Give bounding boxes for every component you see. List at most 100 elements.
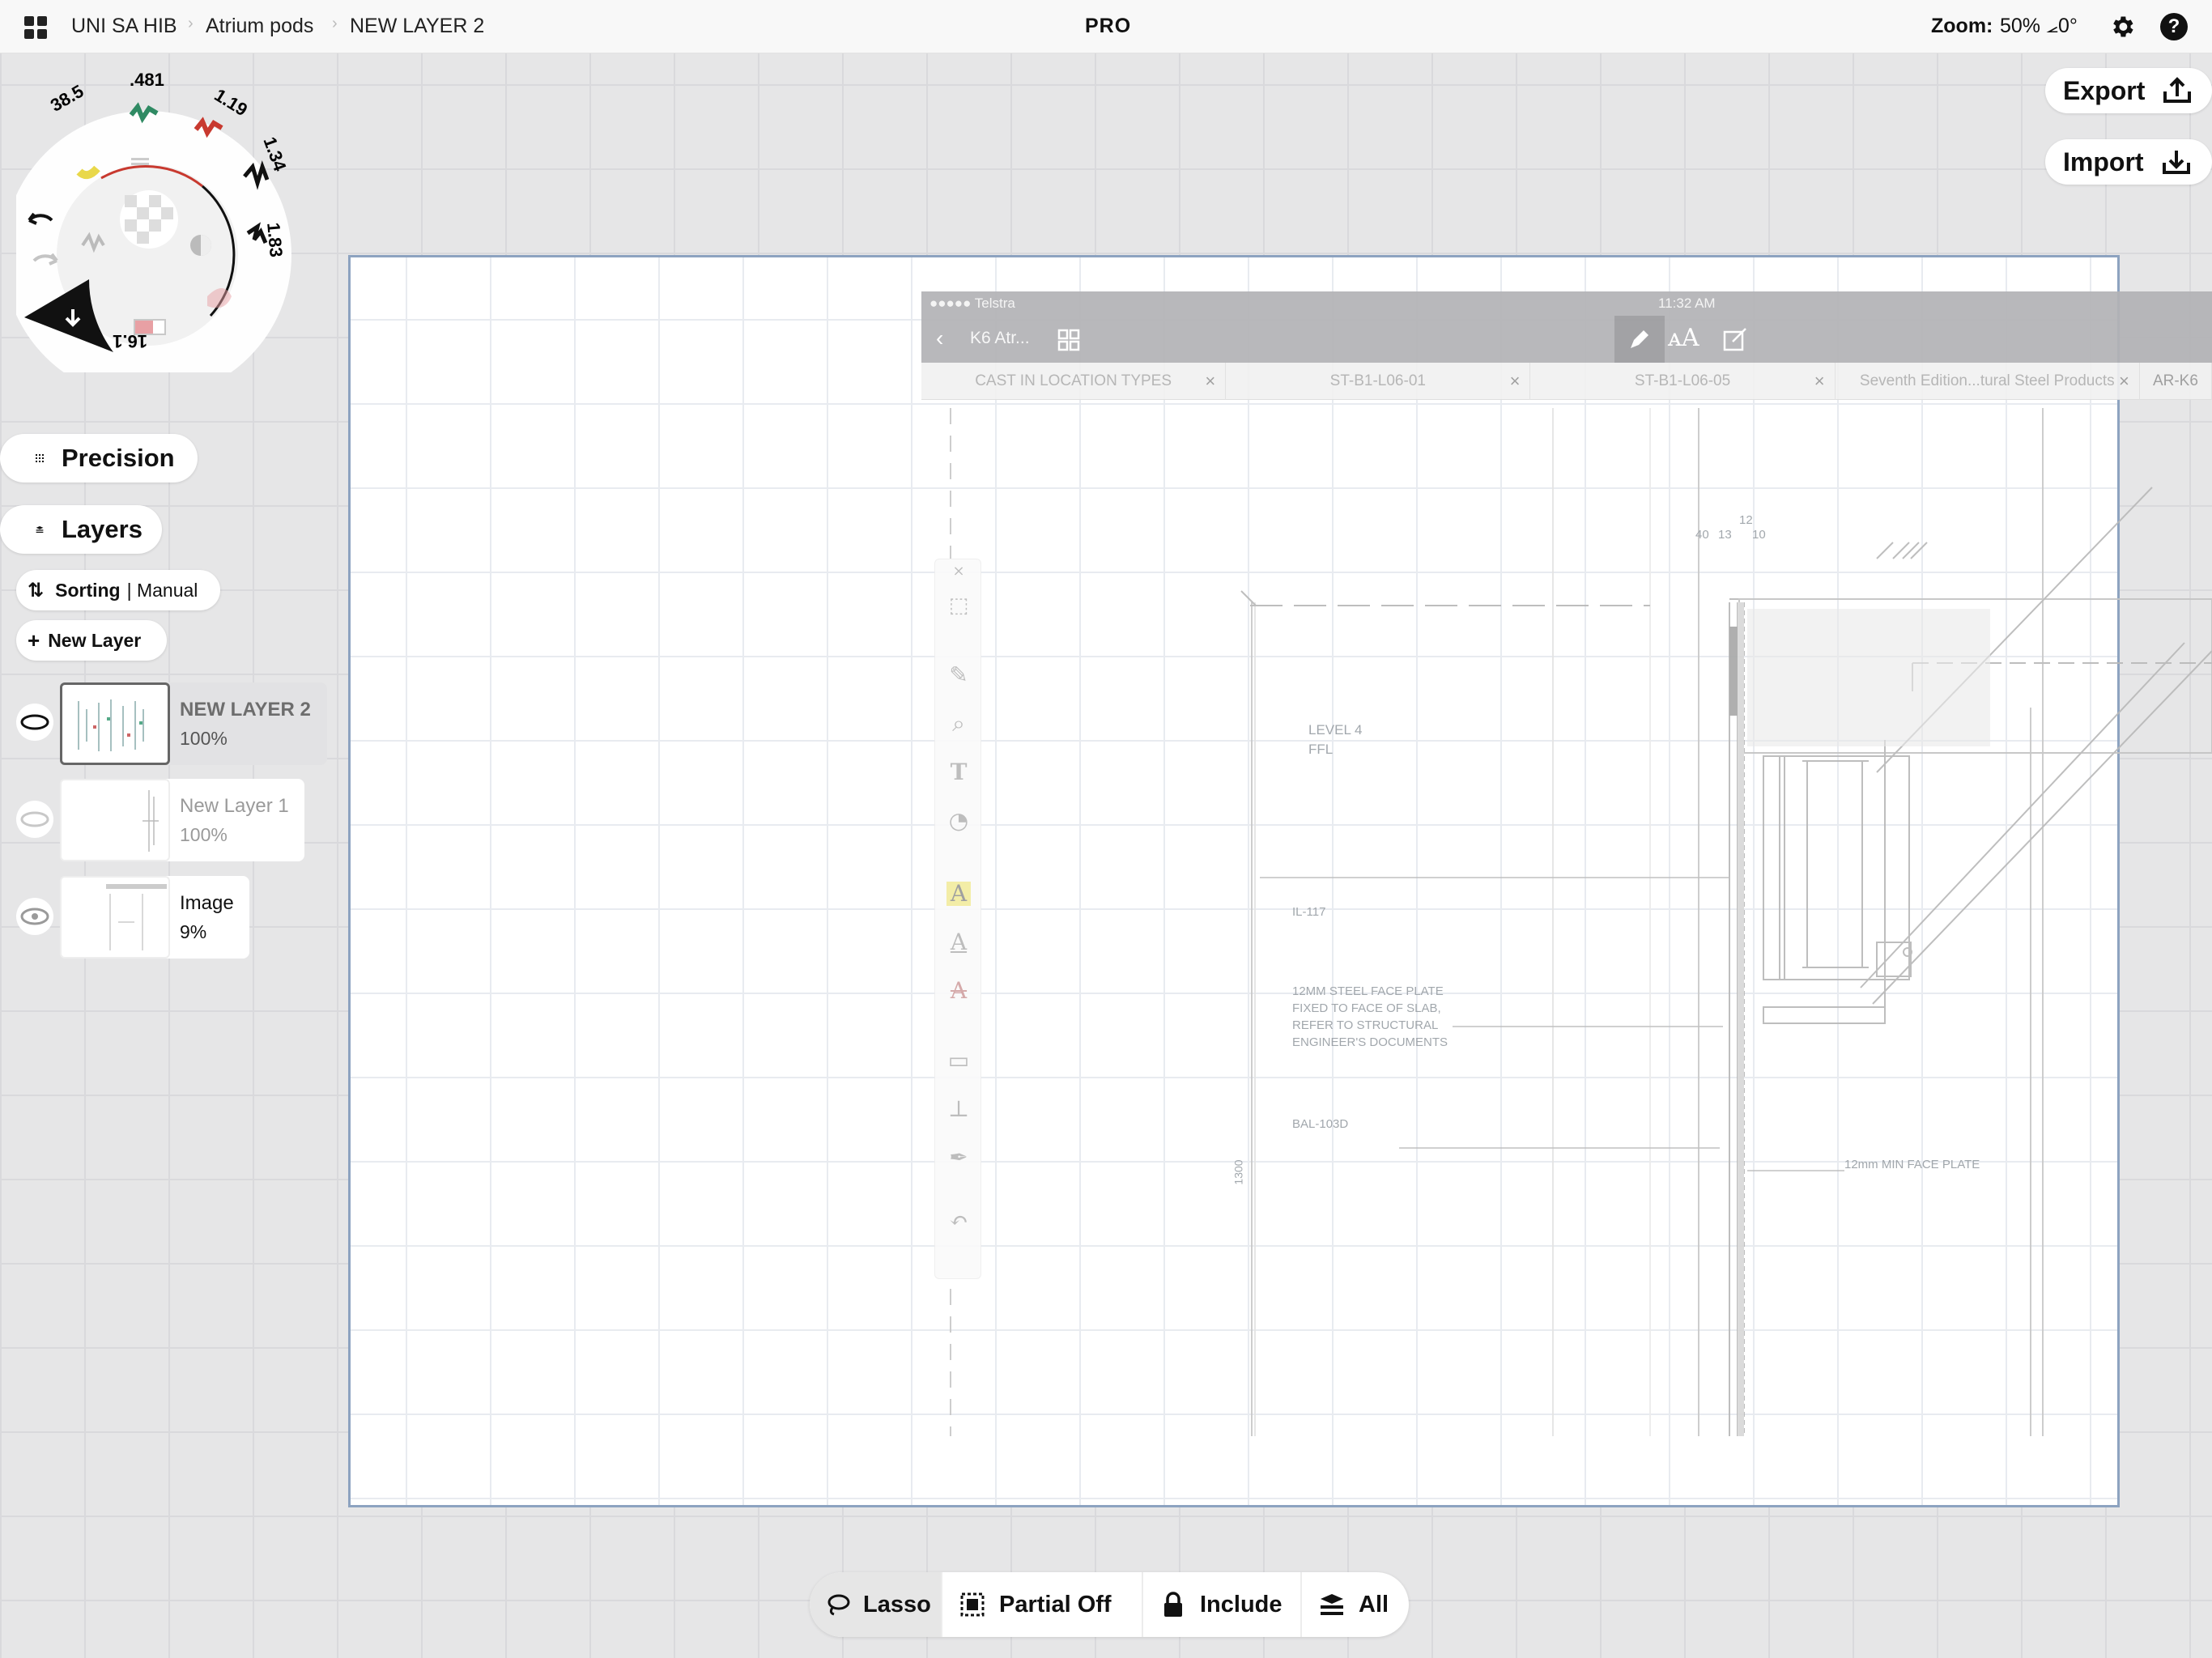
image-nav-title: K6 Atr... (970, 329, 1030, 347)
zoom-value[interactable]: 50% ⦟0° (2000, 15, 2078, 38)
drawing-dimension: 1300 (1231, 1159, 1245, 1185)
top-bar: UNI SA HIB › Atrium pods › NEW LAYER 2 P… (0, 0, 2212, 53)
layer-row[interactable]: Image 9% (60, 876, 249, 959)
lasso-label: Lasso (863, 1591, 931, 1618)
drawing-label: LEVEL 4 (1308, 722, 1363, 738)
image-edit-icon (1723, 328, 1746, 351)
selection-options-bar: Lasso Partial Off Include All (810, 1572, 1409, 1637)
export-label: Export (2063, 75, 2146, 105)
brush-size-label: 16.1 (113, 331, 147, 351)
brush-size-label: .481 (130, 70, 164, 90)
drawing-dimension: 10 (1752, 528, 1766, 542)
layer-name: NEW LAYER 2 (180, 699, 311, 721)
lasso-icon (826, 1591, 850, 1618)
image-time-text: 11:32 AM (1658, 295, 1716, 311)
brush-size-label: 1.83 (263, 222, 287, 258)
sorting-button[interactable]: ⇅ Sorting | Manual (16, 570, 220, 610)
gear-icon[interactable] (2108, 13, 2136, 40)
image-tab-bar: CAST IN LOCATION TYPES × ST-B1-L06-01 × ST… (921, 363, 2212, 400)
image-back-chevron-icon: ‹ (936, 325, 944, 351)
visibility-eye-icon[interactable] (16, 898, 53, 935)
new-layer-label: New Layer (48, 629, 142, 651)
all-label: All (1359, 1591, 1389, 1618)
sorting-value: | Manual (126, 579, 198, 601)
breadcrumb-layer[interactable]: NEW LAYER 2 (350, 15, 484, 38)
drawing-dimension: 40 (1695, 528, 1709, 542)
layer-row[interactable]: NEW LAYER 2 100% (60, 682, 327, 765)
apps-grid-icon[interactable] (24, 16, 47, 39)
upload-icon (2163, 77, 2192, 103)
image-tab: ST-B1-L06-05 × (1530, 363, 1836, 400)
help-icon[interactable]: ? (2160, 13, 2188, 40)
visibility-eye-icon[interactable] (16, 704, 53, 741)
image-annotation-toolbar: × ⬚ ✎ ⌕ T ◔ A A A ▭ ⊥ ✒ ↶ (934, 559, 981, 1279)
visibility-eye-hidden-icon[interactable] (16, 801, 53, 838)
breadcrumb-separator-icon: › (188, 15, 194, 32)
layer-thumbnail (60, 779, 170, 861)
lasso-button[interactable]: Lasso (810, 1572, 942, 1637)
precision-button[interactable]: Precision (0, 434, 198, 483)
zoom-label: Zoom: (1931, 15, 1993, 37)
layer-thumbnail (60, 876, 170, 959)
drawing-label: IL-117 (1292, 905, 1326, 919)
drag-handle-icon[interactable] (131, 163, 149, 165)
drawing-label: ENGINEER'S DOCUMENTS (1292, 1035, 1448, 1049)
layer-opacity: 9% (180, 921, 207, 942)
image-shapes-icon: ◔ (948, 807, 969, 834)
drawing-dimension: 12 (1739, 513, 1753, 527)
image-signature-icon: ✒ (949, 1144, 968, 1171)
layers-icon (1318, 1591, 1346, 1618)
imported-image[interactable]: ●●●●● Telstra 11:32 AM ‹ K6 Atr... ᴀA CA… (921, 291, 2212, 1441)
image-pen-icon: ✎ (949, 661, 968, 688)
drawing-label: 12MM STEEL FACE PLATE (1292, 984, 1444, 998)
image-stamp-icon: ⊥ (947, 1095, 970, 1122)
pro-badge: PRO (1085, 15, 1132, 37)
image-strikethrough-icon: A (950, 977, 968, 1004)
include-locked-button[interactable]: Include (1143, 1572, 1302, 1637)
image-highlight-icon: A (946, 882, 971, 906)
image-close-icon: × (952, 563, 965, 580)
layer-thumbnail (60, 682, 170, 765)
drawing-label: REFER TO STRUCTURAL (1292, 1018, 1439, 1032)
image-selection-icon: ⬚ (948, 593, 969, 618)
image-status-bar: ●●●●● Telstra 11:32 AM (921, 291, 2212, 316)
image-pencil-icon (1631, 330, 1648, 348)
image-comment-icon: ▭ (947, 1047, 970, 1073)
export-button[interactable]: Export (2045, 68, 2212, 113)
breadcrumb-separator-icon: › (332, 15, 338, 32)
layer-opacity: 100% (180, 824, 228, 845)
image-grid-icon (1057, 329, 1080, 351)
image-tab: Seventh Edition...tural Steel Products × (1836, 363, 2140, 400)
image-underline-icon: A (950, 929, 968, 955)
layers-button[interactable]: Layers (0, 505, 162, 554)
grid-dots-icon (18, 445, 44, 471)
image-text-tool-icon: T (950, 759, 968, 785)
sort-icon: ⇅ (28, 579, 45, 602)
layers-icon (18, 517, 44, 542)
image-tab: ST-B1-L06-01 × (1226, 363, 1531, 400)
partial-selection-button[interactable]: Partial Off (942, 1572, 1143, 1637)
image-nav-bar: ‹ K6 Atr... ᴀA (921, 316, 2212, 363)
breadcrumb-project[interactable]: UNI SA HIB (71, 15, 177, 38)
layer-row[interactable]: New Layer 1 100% (60, 779, 304, 861)
layers-label: Layers (62, 515, 143, 543)
drawing-label: FIXED TO FACE OF SLAB, (1292, 1001, 1441, 1015)
transparency-checker-icon[interactable] (120, 190, 178, 249)
download-icon (2162, 151, 2190, 174)
image-carrier-text: ●●●●● Telstra (929, 295, 1015, 311)
technical-drawing (950, 408, 2212, 1436)
brush-size-label: 38.5 (47, 81, 87, 116)
brush-wheel[interactable]: 38.5 .481 1.19 1.34 1.83 16.1 (16, 49, 308, 372)
drag-handle-icon[interactable] (131, 158, 149, 160)
all-layers-button[interactable]: All (1302, 1572, 1409, 1637)
drawing-label: BAL-103D (1292, 1117, 1349, 1131)
layer-name: Image (180, 892, 234, 914)
drawing-label: 12mm MIN FACE PLATE (1844, 1158, 1980, 1171)
import-button[interactable]: Import (2045, 139, 2212, 185)
layer-name: New Layer 1 (180, 795, 289, 817)
plus-icon: + (28, 627, 40, 653)
layer-opacity: 100% (180, 728, 228, 749)
breadcrumb-drawing[interactable]: Atrium pods (206, 15, 313, 38)
image-tab: CAST IN LOCATION TYPES × (921, 363, 1227, 400)
new-layer-button[interactable]: + New Layer (16, 620, 167, 661)
